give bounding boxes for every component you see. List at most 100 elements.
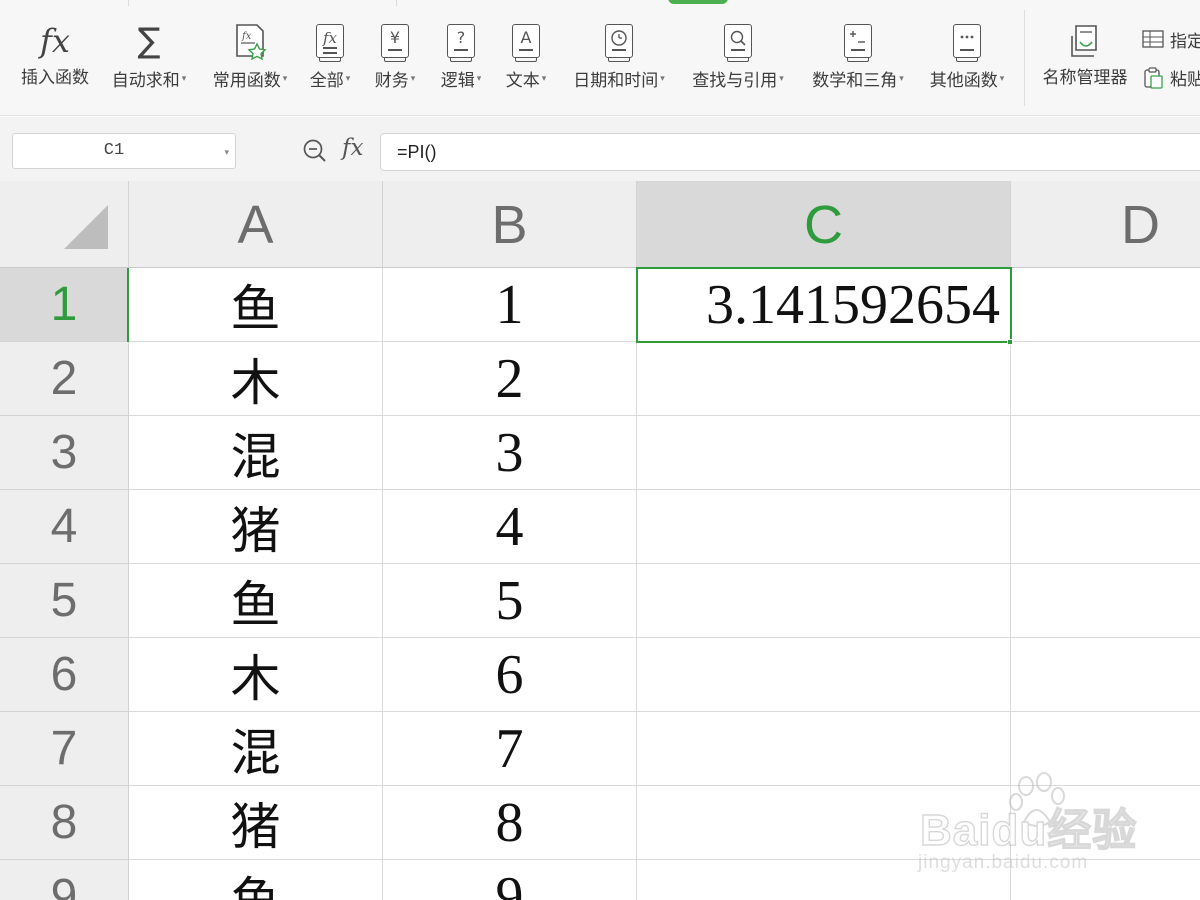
- ribbon-separator: [1024, 10, 1025, 106]
- cell-a1[interactable]: 鱼: [129, 268, 383, 342]
- cell-a8[interactable]: 猪: [129, 786, 383, 860]
- cell-a4[interactable]: 猪: [129, 490, 383, 564]
- clock-book-icon: [605, 20, 633, 62]
- svg-text:fx: fx: [241, 31, 252, 42]
- date-time-functions-label: 日期和时间: [573, 71, 659, 90]
- cell-d2[interactable]: [1011, 342, 1200, 416]
- ribbon-divider: [128, 0, 129, 6]
- cell-c6[interactable]: [637, 638, 1011, 712]
- formula-input[interactable]: =PI(): [380, 133, 1200, 171]
- insert-function-button[interactable]: fx 插入函数: [16, 20, 94, 100]
- date-time-functions-button[interactable]: 日期和时间 ▾: [566, 20, 672, 100]
- name-box[interactable]: C1 ▾: [12, 133, 236, 169]
- financial-functions-button[interactable]: ¥ 财务 ▾: [368, 20, 422, 100]
- cell-b2[interactable]: 2: [383, 342, 637, 416]
- cell-b9[interactable]: 9: [383, 860, 637, 900]
- row-header-6[interactable]: 6: [0, 638, 129, 712]
- star-fx-icon: fx: [233, 20, 267, 62]
- all-functions-label: 全部: [309, 71, 344, 90]
- cell-a2[interactable]: 木: [129, 342, 383, 416]
- row-header-7[interactable]: 7: [0, 712, 129, 786]
- row-header-2[interactable]: 2: [0, 342, 129, 416]
- name-manager-label: 名称管理器: [1042, 68, 1128, 87]
- autosum-button[interactable]: ∑ 自动求和 ▾: [104, 20, 194, 100]
- cell-d3[interactable]: [1011, 416, 1200, 490]
- cell-c3[interactable]: [637, 416, 1011, 490]
- cell-b3[interactable]: 3: [383, 416, 637, 490]
- autosum-label: 自动求和: [111, 71, 180, 90]
- specify-label: 指定: [1170, 31, 1200, 51]
- lookup-reference-functions-label: 查找与引用: [692, 71, 778, 90]
- watermark-brand: Baidu经验: [919, 805, 1138, 855]
- column-header-b[interactable]: B: [383, 181, 637, 268]
- cell-b8[interactable]: 8: [383, 786, 637, 860]
- cell-c5[interactable]: [637, 564, 1011, 638]
- chevron-down-icon: ▾: [410, 73, 416, 83]
- text-functions-label: 文本: [505, 71, 540, 90]
- common-functions-button[interactable]: fx 常用函数 ▾: [204, 20, 296, 100]
- paste-button[interactable]: 粘贴: [1142, 64, 1200, 90]
- paste-icon: [1142, 67, 1164, 89]
- fill-handle[interactable]: [1007, 339, 1013, 345]
- row-header-8[interactable]: 8: [0, 786, 129, 860]
- paste-label: 粘贴: [1170, 69, 1200, 89]
- row-header-4[interactable]: 4: [0, 490, 129, 564]
- logical-functions-label: 逻辑: [440, 71, 475, 90]
- text-functions-button[interactable]: A 文本 ▾: [498, 20, 554, 100]
- column-header-d[interactable]: D: [1011, 181, 1200, 268]
- cell-a9[interactable]: 鱼: [129, 860, 383, 900]
- zoom-out-icon[interactable]: [302, 138, 328, 164]
- cell-b7[interactable]: 7: [383, 712, 637, 786]
- watermark-url: jingyan.baidu.com: [918, 852, 1089, 873]
- cell-b6[interactable]: 6: [383, 638, 637, 712]
- chevron-down-icon: ▾: [899, 73, 904, 83]
- cell-d1[interactable]: [1011, 268, 1200, 342]
- math-trig-functions-button[interactable]: 数学和三角 ▾: [804, 20, 912, 100]
- cell-c4[interactable]: [637, 490, 1011, 564]
- cell-b4[interactable]: 4: [383, 490, 637, 564]
- chevron-down-icon: ▾: [181, 73, 187, 83]
- cell-a3[interactable]: 混: [129, 416, 383, 490]
- chevron-down-icon: ▾: [779, 73, 784, 83]
- column-header-c[interactable]: C: [637, 181, 1011, 268]
- row-header-5[interactable]: 5: [0, 564, 129, 638]
- cell-d6[interactable]: [1011, 638, 1200, 712]
- search-book-icon: [724, 20, 752, 62]
- cell-a7[interactable]: 混: [129, 712, 383, 786]
- cell-b5[interactable]: 5: [383, 564, 637, 638]
- row-header-1[interactable]: 1: [0, 268, 129, 342]
- formula-text: =PI(): [397, 142, 437, 162]
- cell-c2[interactable]: [637, 342, 1011, 416]
- ribbon-top-edge: [0, 0, 1200, 6]
- spreadsheet-grid: A B C D 1 鱼 1 3.141592654 2 木 2 3 混 3 4 …: [0, 181, 1200, 900]
- more-book-icon: [953, 20, 981, 62]
- cell-a5[interactable]: 鱼: [129, 564, 383, 638]
- specify-button[interactable]: 指定: [1142, 26, 1200, 52]
- baidu-jingyan-watermark: Baidu经验 jingyan.baidu.com: [916, 772, 1146, 880]
- formula-bar: C1 ▾ fx =PI(): [0, 117, 1200, 181]
- fx-icon[interactable]: fx: [342, 135, 363, 161]
- cell-a6[interactable]: 木: [129, 638, 383, 712]
- sigma-icon: ∑: [137, 21, 161, 61]
- ribbon-toolbar: fx 插入函数 ∑ 自动求和 ▾ fx 常用函数 ▾ fx 全部 ▾ ¥ 财务 …: [0, 0, 1200, 116]
- other-functions-button[interactable]: 其他函数 ▾: [922, 20, 1012, 100]
- select-all-corner[interactable]: [0, 181, 129, 268]
- chevron-down-icon: ▾: [999, 73, 1005, 83]
- lookup-reference-functions-button[interactable]: 查找与引用 ▾: [684, 20, 792, 100]
- logical-functions-button[interactable]: ? 逻辑 ▾: [434, 20, 488, 100]
- select-all-triangle-icon: [64, 205, 108, 249]
- column-header-a[interactable]: A: [129, 181, 383, 268]
- chevron-down-icon: ▾: [541, 73, 547, 83]
- ribbon-divider: [396, 0, 397, 6]
- chevron-down-icon[interactable]: ▾: [224, 147, 229, 158]
- cell-d5[interactable]: [1011, 564, 1200, 638]
- row-header-9[interactable]: 9: [0, 860, 129, 900]
- name-manager-button[interactable]: 名称管理器: [1038, 20, 1132, 100]
- all-functions-button[interactable]: fx 全部 ▾: [304, 20, 356, 100]
- math-trig-functions-label: 数学和三角: [812, 71, 898, 90]
- cell-b1[interactable]: 1: [383, 268, 637, 342]
- row-header-3[interactable]: 3: [0, 416, 129, 490]
- cell-d4[interactable]: [1011, 490, 1200, 564]
- cell-c1[interactable]: 3.141592654: [637, 268, 1011, 342]
- table-icon: [1142, 29, 1164, 49]
